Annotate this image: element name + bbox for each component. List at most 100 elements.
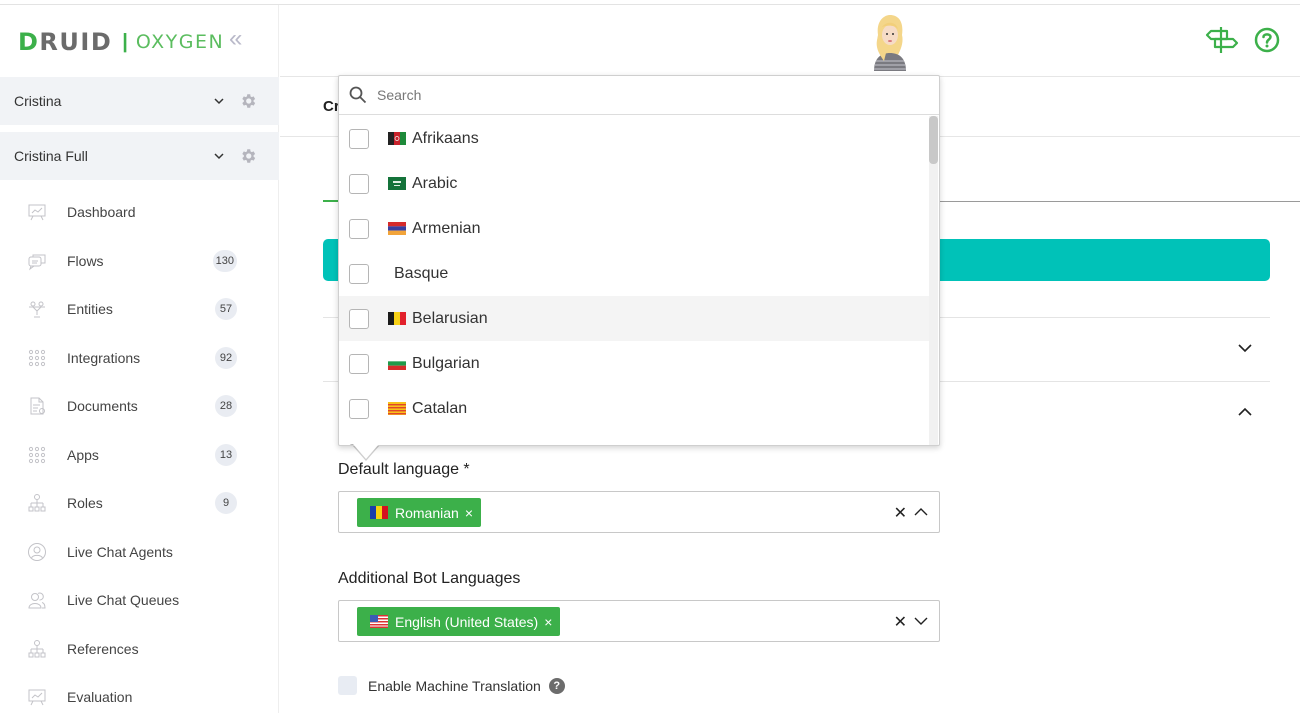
sidebar-item-label: Entities bbox=[67, 301, 113, 318]
language-dropdown: Afrikaans Arabic Armenian Basque Belarus… bbox=[338, 75, 940, 446]
additional-languages-select[interactable]: English (United States) × ✕ bbox=[338, 600, 940, 642]
top-header bbox=[280, 5, 1300, 77]
saudi-arabia-flag-icon bbox=[388, 177, 406, 190]
sidebar-item-label: Integrations bbox=[67, 349, 141, 366]
sidebar-item-label: Documents bbox=[67, 398, 138, 415]
sidebar-item-entities[interactable]: Entities 57 bbox=[0, 285, 279, 334]
option-label: Bulgarian bbox=[412, 354, 480, 372]
option-checkbox[interactable] bbox=[349, 173, 369, 194]
option-label: Catalan bbox=[412, 399, 468, 417]
sidebar-item-label: Live Chat Agents bbox=[67, 543, 173, 560]
gear-icon[interactable] bbox=[239, 147, 257, 165]
chat-bubbles-icon bbox=[26, 250, 48, 272]
language-option-belarusian[interactable]: Belarusian bbox=[339, 296, 930, 341]
chevron-down-icon[interactable] bbox=[213, 150, 225, 162]
druid-oxygen-logo: DRUID | OXYGEN bbox=[18, 27, 224, 57]
sidebar-item-apps[interactable]: Apps 13 bbox=[0, 431, 279, 480]
remove-tag-icon[interactable]: × bbox=[465, 505, 473, 521]
hierarchy-icon bbox=[26, 492, 48, 514]
romania-flag-icon bbox=[370, 506, 388, 519]
count-badge: 92 bbox=[215, 346, 237, 369]
dropdown-search bbox=[339, 76, 939, 115]
option-label: Arabic bbox=[412, 174, 458, 192]
language-option-arabic[interactable]: Arabic bbox=[339, 161, 930, 206]
option-checkbox[interactable] bbox=[349, 398, 369, 419]
count-badge: 28 bbox=[215, 395, 237, 418]
chevron-up-icon[interactable] bbox=[914, 505, 928, 519]
account-selector-cristina[interactable]: Cristina bbox=[0, 77, 279, 125]
help-tooltip-icon[interactable]: ? bbox=[548, 677, 565, 694]
option-label: Basque bbox=[394, 264, 449, 282]
dots-grid-icon bbox=[26, 347, 48, 369]
chevron-down-icon[interactable] bbox=[1237, 340, 1253, 356]
default-language-label: Default language * bbox=[338, 461, 470, 478]
sidebar: DRUID | OXYGEN « Cristina Cristina Full … bbox=[0, 5, 279, 713]
signpost-icon[interactable] bbox=[1205, 25, 1241, 55]
collapse-sidebar-icon[interactable]: « bbox=[229, 25, 242, 53]
count-badge: 13 bbox=[215, 443, 237, 466]
user-circle-icon bbox=[26, 541, 48, 563]
help-icon[interactable] bbox=[1254, 27, 1280, 53]
machine-translation-checkbox[interactable] bbox=[338, 676, 357, 695]
language-option-bulgarian[interactable]: Bulgarian bbox=[339, 341, 930, 386]
language-options-list: Afrikaans Arabic Armenian Basque Belarus… bbox=[339, 116, 930, 445]
count-badge: 130 bbox=[212, 249, 237, 272]
sidebar-item-label: Roles bbox=[67, 495, 103, 512]
option-checkbox[interactable] bbox=[349, 353, 369, 374]
gear-icon[interactable] bbox=[239, 92, 257, 110]
sidebar-item-label: Apps bbox=[67, 446, 99, 463]
machine-translation-label: Enable Machine Translation bbox=[368, 677, 541, 694]
presentation-chart-icon bbox=[26, 201, 48, 223]
sidebar-item-references[interactable]: References bbox=[0, 625, 279, 674]
search-input[interactable] bbox=[377, 87, 939, 103]
chevron-up-icon[interactable] bbox=[1237, 404, 1253, 420]
language-option-basque[interactable]: Basque bbox=[339, 251, 930, 296]
clear-selection-icon[interactable]: ✕ bbox=[894, 612, 907, 632]
presentation-chart-icon bbox=[26, 686, 48, 708]
language-option-catalan[interactable]: Catalan bbox=[339, 386, 930, 431]
logo-separator: | bbox=[122, 30, 128, 53]
logo-product: OXYGEN bbox=[135, 31, 225, 53]
afghanistan-flag-icon bbox=[388, 132, 406, 145]
option-checkbox[interactable] bbox=[349, 218, 369, 239]
sidebar-item-live-chat-queues[interactable]: Live Chat Queues bbox=[0, 576, 279, 625]
option-checkbox[interactable] bbox=[349, 308, 369, 329]
sidebar-item-documents[interactable]: Documents 28 bbox=[0, 382, 279, 431]
language-option-afrikaans[interactable]: Afrikaans bbox=[339, 116, 930, 161]
tag-label: English (United States) bbox=[395, 613, 539, 630]
chevron-down-icon[interactable] bbox=[914, 614, 928, 628]
account-name: Cristina bbox=[14, 93, 62, 109]
bulgaria-flag-icon bbox=[388, 357, 406, 370]
remove-tag-icon[interactable]: × bbox=[544, 614, 552, 630]
us-flag-icon bbox=[370, 615, 388, 628]
sidebar-item-flows[interactable]: Flows 130 bbox=[0, 237, 279, 286]
entities-icon bbox=[26, 298, 48, 320]
sidebar-item-dashboard[interactable]: Dashboard bbox=[0, 188, 279, 237]
sidebar-item-integrations[interactable]: Integrations 92 bbox=[0, 334, 279, 383]
armenia-flag-icon bbox=[388, 222, 406, 235]
logo-druid: DRUID bbox=[18, 28, 113, 56]
sidebar-item-label: Evaluation bbox=[67, 689, 133, 706]
account-selector-cristina-full[interactable]: Cristina Full bbox=[0, 132, 279, 180]
sidebar-item-roles[interactable]: Roles 9 bbox=[0, 479, 279, 528]
option-checkbox[interactable] bbox=[349, 263, 369, 284]
sidebar-item-live-chat-agents[interactable]: Live Chat Agents bbox=[0, 528, 279, 577]
sidebar-item-label: References bbox=[67, 640, 139, 657]
users-icon bbox=[26, 589, 48, 611]
chevron-down-icon[interactable] bbox=[213, 95, 225, 107]
sidebar-item-label: Flows bbox=[67, 252, 104, 269]
language-option-partial[interactable] bbox=[339, 431, 930, 445]
clear-selection-icon[interactable]: ✕ bbox=[894, 503, 907, 523]
option-label: Belarusian bbox=[412, 309, 488, 327]
sidebar-item-label: Dashboard bbox=[67, 204, 136, 221]
user-avatar[interactable] bbox=[870, 13, 910, 71]
option-checkbox[interactable] bbox=[349, 128, 369, 149]
dropdown-scrollbar[interactable] bbox=[929, 116, 938, 445]
dropdown-scrollbar-thumb[interactable] bbox=[929, 116, 938, 164]
machine-translation-row: Enable Machine Translation ? bbox=[338, 676, 565, 695]
dropdown-pointer-inner bbox=[353, 444, 379, 459]
language-option-armenian[interactable]: Armenian bbox=[339, 206, 930, 251]
sidebar-item-evaluation[interactable]: Evaluation bbox=[0, 673, 279, 722]
count-badge: 9 bbox=[215, 492, 237, 515]
default-language-select[interactable]: Romanian × ✕ bbox=[338, 491, 940, 533]
